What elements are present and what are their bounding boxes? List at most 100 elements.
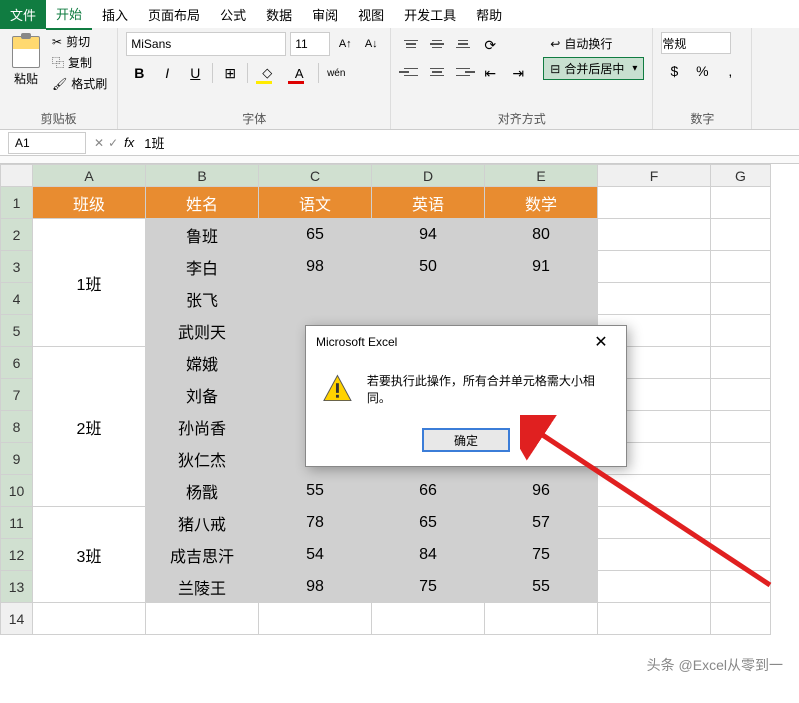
cell[interactable]: 65 [259, 219, 372, 251]
phonetic-button[interactable]: wén [323, 60, 349, 86]
cell[interactable]: 猪八戒 [146, 507, 259, 539]
cell[interactable]: 91 [485, 251, 598, 283]
row-header[interactable]: 13 [1, 571, 33, 603]
row-header[interactable]: 10 [1, 475, 33, 507]
font-size-select[interactable] [290, 32, 330, 56]
row-header[interactable]: 1 [1, 187, 33, 219]
format-painter-button[interactable]: 🖌格式刷 [50, 74, 109, 93]
merged-cell-class1[interactable]: 1班 [33, 219, 146, 347]
align-right-button[interactable] [451, 60, 475, 84]
cell[interactable] [711, 283, 771, 315]
cell[interactable] [485, 283, 598, 315]
cell[interactable]: 兰陵王 [146, 571, 259, 603]
menu-formula[interactable]: 公式 [210, 0, 256, 29]
cell[interactable] [598, 475, 711, 507]
col-header-a[interactable]: A [33, 165, 146, 187]
cell[interactable]: 英语 [372, 187, 485, 219]
cell[interactable] [598, 251, 711, 283]
cell[interactable]: 刘备 [146, 379, 259, 411]
dialog-close-button[interactable]: ✕ [586, 332, 616, 352]
row-header[interactable]: 7 [1, 379, 33, 411]
cell[interactable] [598, 219, 711, 251]
italic-button[interactable]: I [154, 60, 180, 86]
row-header[interactable]: 14 [1, 603, 33, 635]
decrease-font-button[interactable]: A↓ [360, 32, 382, 56]
cell[interactable]: 96 [485, 475, 598, 507]
dialog-ok-button[interactable]: 确定 [422, 428, 510, 452]
comma-button[interactable]: , [717, 58, 743, 84]
col-header-f[interactable]: F [598, 165, 711, 187]
align-middle-button[interactable] [425, 32, 449, 56]
cell[interactable]: 孙尚香 [146, 411, 259, 443]
menu-review[interactable]: 审阅 [302, 0, 348, 29]
border-button[interactable]: ⊞ [217, 60, 243, 86]
font-color-button[interactable]: A [284, 60, 314, 86]
cell[interactable] [259, 283, 372, 315]
cell[interactable] [146, 603, 259, 635]
cell[interactable]: 57 [485, 507, 598, 539]
row-header[interactable]: 6 [1, 347, 33, 379]
cell[interactable] [711, 251, 771, 283]
cell[interactable] [372, 603, 485, 635]
cell[interactable]: 75 [485, 539, 598, 571]
cell[interactable] [711, 507, 771, 539]
cell[interactable]: 张飞 [146, 283, 259, 315]
cell[interactable] [711, 347, 771, 379]
col-header-d[interactable]: D [372, 165, 485, 187]
cell[interactable]: 54 [259, 539, 372, 571]
row-header[interactable]: 12 [1, 539, 33, 571]
menu-home[interactable]: 开始 [46, 0, 92, 30]
currency-button[interactable]: $ [661, 58, 687, 84]
increase-font-button[interactable]: A↑ [334, 32, 356, 56]
cell[interactable] [485, 603, 598, 635]
cell[interactable]: 50 [372, 251, 485, 283]
number-format-select[interactable] [661, 32, 731, 54]
cell[interactable] [598, 603, 711, 635]
menu-data[interactable]: 数据 [256, 0, 302, 29]
row-header[interactable]: 5 [1, 315, 33, 347]
menu-insert[interactable]: 插入 [92, 0, 138, 29]
orientation-button[interactable]: ⟳ [477, 32, 503, 58]
col-header-e[interactable]: E [485, 165, 598, 187]
merged-cell-class3[interactable]: 3班 [33, 507, 146, 603]
cell[interactable]: 李白 [146, 251, 259, 283]
cell[interactable] [711, 603, 771, 635]
col-header-g[interactable]: G [711, 165, 771, 187]
cell[interactable]: 75 [372, 571, 485, 603]
merged-cell-class2[interactable]: 2班 [33, 347, 146, 507]
underline-button[interactable]: U [182, 60, 208, 86]
bold-button[interactable]: B [126, 60, 152, 86]
cell[interactable] [598, 283, 711, 315]
row-header[interactable]: 2 [1, 219, 33, 251]
cancel-formula-icon[interactable]: ✕ [94, 136, 104, 150]
cell[interactable]: 94 [372, 219, 485, 251]
wrap-text-button[interactable]: ↩自动换行 [543, 32, 644, 55]
cell[interactable] [711, 315, 771, 347]
menu-file[interactable]: 文件 [0, 0, 46, 29]
align-bottom-button[interactable] [451, 32, 475, 56]
menu-view[interactable]: 视图 [348, 0, 394, 29]
indent-increase-button[interactable]: ⇥ [505, 60, 531, 86]
cell[interactable] [711, 539, 771, 571]
col-header-b[interactable]: B [146, 165, 259, 187]
cell[interactable]: 语文 [259, 187, 372, 219]
cell[interactable] [598, 571, 711, 603]
cell[interactable] [598, 187, 711, 219]
cell[interactable]: 80 [485, 219, 598, 251]
confirm-formula-icon[interactable]: ✓ [108, 136, 118, 150]
cell[interactable] [598, 507, 711, 539]
cell[interactable] [711, 411, 771, 443]
cell[interactable]: 姓名 [146, 187, 259, 219]
cell[interactable]: 98 [259, 251, 372, 283]
cell[interactable] [711, 475, 771, 507]
align-center-button[interactable] [425, 60, 449, 84]
font-name-select[interactable] [126, 32, 286, 56]
percent-button[interactable]: % [689, 58, 715, 84]
cell[interactable]: 65 [372, 507, 485, 539]
row-header[interactable]: 11 [1, 507, 33, 539]
cell[interactable]: 78 [259, 507, 372, 539]
align-top-button[interactable] [399, 32, 423, 56]
cell[interactable]: 狄仁杰 [146, 443, 259, 475]
cell[interactable] [711, 443, 771, 475]
fill-color-button[interactable]: ◇ [252, 60, 282, 86]
